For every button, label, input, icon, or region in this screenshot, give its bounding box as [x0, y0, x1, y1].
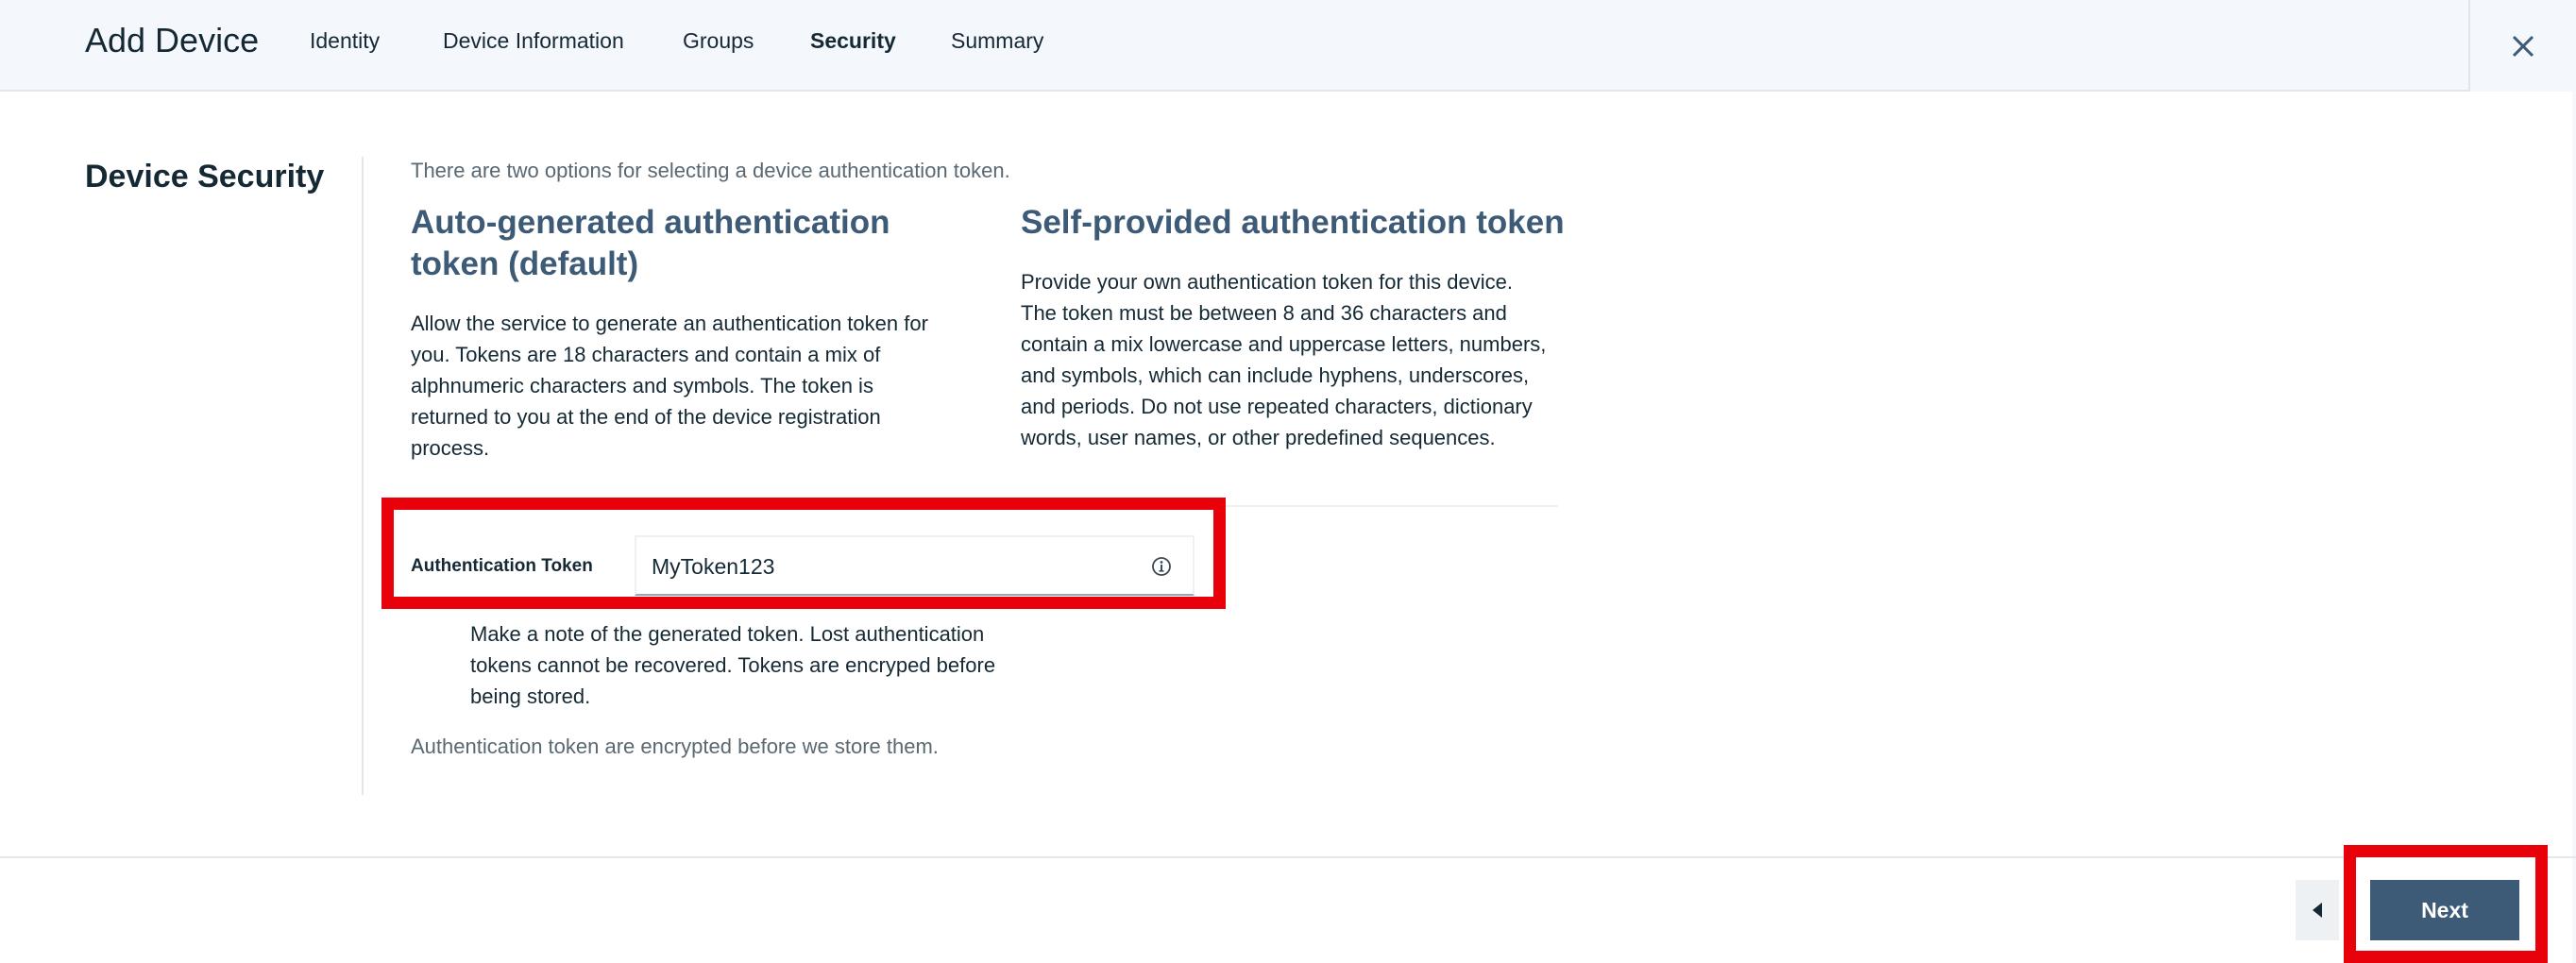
- page-header: Add Device Identity Device Information G…: [0, 0, 2576, 92]
- back-button[interactable]: [2296, 880, 2339, 940]
- highlight-box: [2344, 845, 2548, 963]
- page-title: Add Device: [85, 21, 260, 59]
- tab-security[interactable]: Security: [810, 26, 896, 55]
- section-title: Device Security: [85, 159, 325, 194]
- encryption-footnote: Authentication token are encrypted befor…: [411, 735, 939, 758]
- self-option-text-line: and periods. Do not use repeated charact…: [1021, 395, 1533, 418]
- tab-groups[interactable]: Groups: [683, 26, 754, 55]
- self-option-text-line: and symbols, which can include hyphens, …: [1021, 363, 1530, 387]
- self-option-title: Self-provided authentication token: [1021, 204, 1565, 241]
- self-option-text-line: words, user names, or other predefined s…: [1021, 426, 1496, 449]
- self-option-text-line: Provide your own authentication token fo…: [1021, 270, 1513, 294]
- tab-device-information[interactable]: Device Information: [443, 26, 624, 55]
- self-option-text-line: contain a mix lowercase and uppercase le…: [1021, 332, 1547, 356]
- auto-option-text-line: Allow the service to generate an authent…: [411, 312, 928, 335]
- self-option-text-line: The token must be between 8 and 36 chara…: [1021, 301, 1507, 325]
- tab-summary[interactable]: Summary: [951, 26, 1043, 55]
- auto-option-text-line: process.: [411, 436, 490, 460]
- auto-option-text-line: returned to you at the end of the device…: [411, 405, 881, 429]
- caret-left-icon: [2313, 903, 2322, 918]
- panel-edge: [2572, 92, 2576, 963]
- token-note-line: being stored.: [470, 684, 591, 708]
- section-divider: [362, 157, 364, 795]
- auto-option-text-line: you. Tokens are 18 characters and contai…: [411, 343, 881, 366]
- auto-option-title-line2: token (default): [411, 245, 639, 282]
- token-note-line: tokens cannot be recovered. Tokens are e…: [470, 653, 996, 677]
- close-icon: [2512, 35, 2534, 57]
- auto-option-title-line1: Auto-generated authentication: [411, 204, 890, 241]
- highlight-box: [381, 498, 1226, 609]
- token-note-line: Make a note of the generated token. Lost…: [470, 622, 985, 646]
- footer-divider: [0, 856, 2576, 858]
- intro-text: There are two options for selecting a de…: [411, 159, 1010, 182]
- token-note: Make a note of the generated token. Lost…: [470, 618, 1018, 712]
- close-button[interactable]: [2468, 0, 2576, 92]
- auto-option-text-line: alphnumeric characters and symbols. The …: [411, 374, 873, 397]
- tab-identity[interactable]: Identity: [310, 26, 380, 55]
